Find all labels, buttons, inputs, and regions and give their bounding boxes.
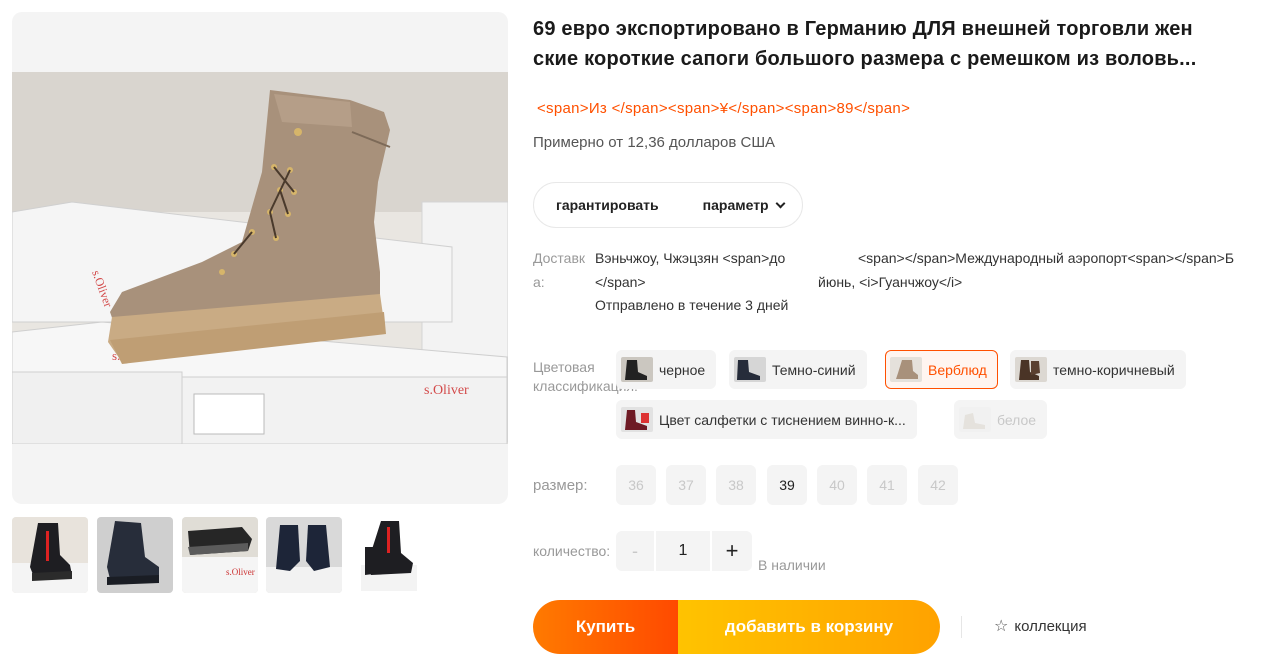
boot-thumbnail-icon [621,407,653,432]
size-option-39[interactable]: 39 [767,465,807,505]
size-option-36[interactable]: 36 [616,465,656,505]
color-option-dark-blue[interactable]: Темно-синий [729,350,867,389]
svg-text:s.Oliver: s.Oliver [424,383,469,398]
thumbnail-5[interactable] [351,517,427,593]
boot-thumbnail-icon [959,407,991,432]
thumbnail-4[interactable] [266,517,342,593]
size-option-41[interactable]: 41 [867,465,907,505]
color-option-label: Верблюд [928,361,987,378]
tab-guarantee[interactable]: гарантировать [534,195,681,215]
color-option-wine-embossed[interactable]: Цвет салфетки с тиснением винно-к... [616,400,917,439]
size-option-37[interactable]: 37 [666,465,706,505]
delivery-origin: Вэньчжоу, Чжэцзян <span>до </span> [595,246,825,294]
thumbnail-2[interactable] [97,517,173,593]
tab-parameter-label: параметр [702,197,769,213]
thumbnail-1[interactable] [12,517,88,593]
stock-status: В наличии [758,557,826,573]
product-title-line-1: 69 евро экспортировано в Германию ДЛЯ вн… [533,18,1193,40]
delivery-destination-line-1: <span></span>Международный аэропорт<span… [858,250,1235,266]
add-to-cart-button[interactable]: добавить в корзину [678,600,940,654]
quantity-increase-button[interactable]: + [712,531,752,571]
boot-thumbnail-icon [1015,357,1047,382]
delivery-origin-line-2: </span> [595,274,646,290]
main-product-image[interactable]: s.Oliver s.Oliver s.Oliver [12,72,508,444]
chevron-down-icon [775,198,786,208]
tab-guarantee-label: гарантировать [556,197,659,213]
color-label: Цветовая классификация: [533,359,638,394]
info-tabs: гарантировать параметр [533,182,803,228]
action-divider [961,616,962,638]
collection-label: коллекция [1014,617,1087,635]
product-title-line-2: ские короткие сапоги большого размера с … [533,48,1197,70]
size-label: размер: [533,477,588,494]
color-option-label: Темно-синий [772,361,856,378]
buy-button[interactable]: Купить [533,600,678,654]
boot-thumbnail-icon [621,357,653,382]
size-option-42[interactable]: 42 [918,465,958,505]
main-image-panel: s.Oliver s.Oliver s.Oliver [12,12,508,504]
color-option-black[interactable]: черное [616,350,717,389]
delivery-label: Доставка: [533,250,586,290]
quantity-label: количество: [533,543,611,559]
color-option-white[interactable]: белое [954,400,1048,439]
quantity-input[interactable] [656,531,710,571]
color-option-label: черное [659,361,706,378]
color-option-dark-brown[interactable]: темно-коричневый [1010,350,1186,389]
boot-thumbnail-icon [734,357,766,382]
svg-text:s.Oliver: s.Oliver [226,567,255,577]
delivery-destination-line-2: йюнь, <i>Гуанчжоу</i> [818,274,963,290]
size-option-40[interactable]: 40 [817,465,857,505]
color-option-label: белое [997,411,1037,428]
tab-parameter[interactable]: параметр [681,195,806,215]
color-option-camel[interactable]: Верблюд [885,350,998,389]
color-option-label: Цвет салфетки с тиснением винно-к... [659,411,906,428]
boot-thumbnail-icon [890,357,922,382]
product-title: 69 евро экспортировано в Германию ДЛЯ вн… [533,14,1280,74]
product-price: <span>Из </span><span>¥</span><span>89</… [537,100,911,117]
size-option-38[interactable]: 38 [716,465,756,505]
delivery-ship-time: Отправлено в течение 3 дней [595,297,789,313]
star-icon: ☆ [994,618,1009,635]
thumbnail-3[interactable]: s.Oliver [182,517,258,593]
delivery-destination[interactable]: <span></span>Международный аэропорт<span… [818,246,1280,294]
color-option-label: темно-коричневый [1053,361,1175,378]
collection-button[interactable]: ☆ коллекция [994,616,1087,636]
delivery-origin-line-1: Вэньчжоу, Чжэцзян <span>до [595,250,786,266]
price-usd: Примерно от 12,36 долларов США [533,134,776,151]
quantity-decrease-button[interactable]: - [616,531,654,571]
